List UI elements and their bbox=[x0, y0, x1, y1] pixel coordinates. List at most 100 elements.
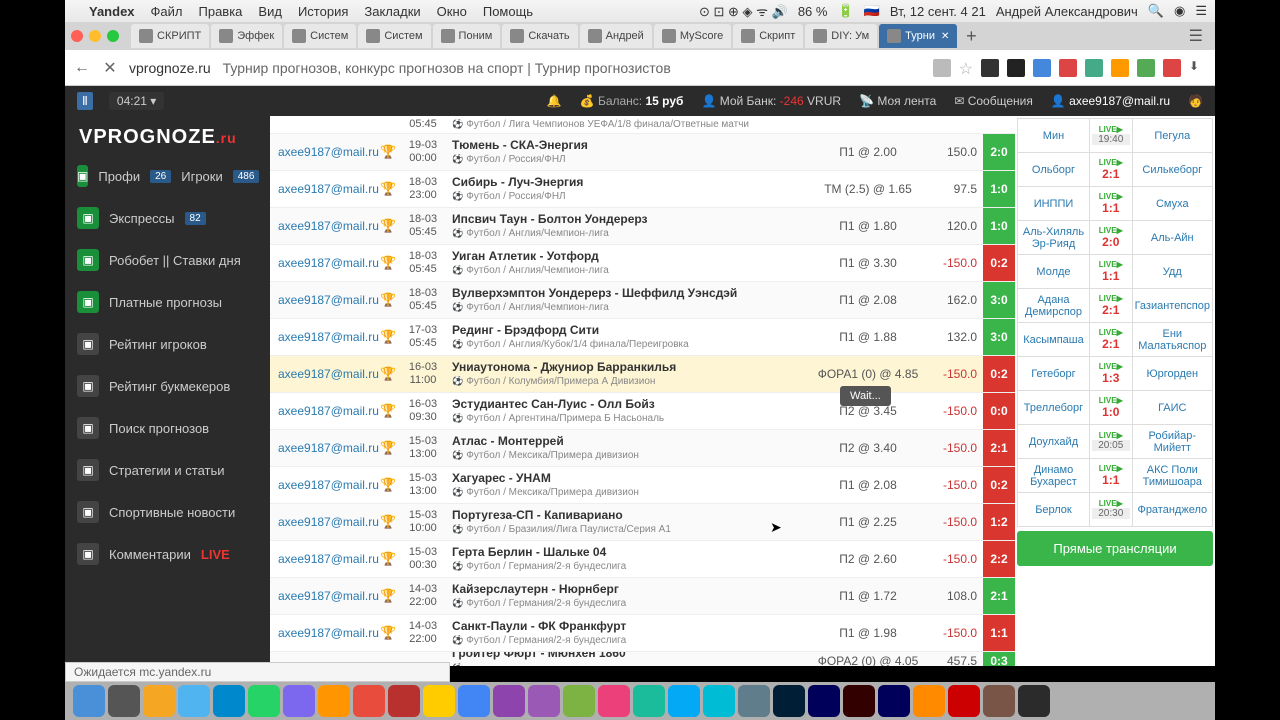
row-user[interactable]: axee9187@mail.ru bbox=[270, 256, 380, 270]
sidebar-item[interactable]: ▣КомментарииLIVE bbox=[65, 533, 270, 575]
dock-app[interactable] bbox=[353, 685, 385, 717]
row-match[interactable]: Гройтер Фюрт - Мюнхен 1860⚽ bbox=[446, 652, 813, 666]
live-team2[interactable]: Аль-Айн bbox=[1132, 221, 1212, 255]
live-team2[interactable]: Смуха bbox=[1132, 187, 1212, 221]
live-team2[interactable]: Ени Малатьяспор bbox=[1132, 323, 1212, 357]
row-user[interactable]: axee9187@mail.ru bbox=[270, 626, 380, 640]
ext-icon[interactable] bbox=[1033, 59, 1051, 77]
site-logo[interactable]: VPROGNOZE.ru bbox=[65, 120, 270, 155]
browser-menu-icon[interactable]: ☰ bbox=[1183, 26, 1209, 46]
dock-app[interactable] bbox=[668, 685, 700, 717]
menu-edit[interactable]: Правка bbox=[199, 4, 243, 19]
browser-tab[interactable]: Поним bbox=[433, 24, 501, 48]
dock-app[interactable] bbox=[423, 685, 455, 717]
row-user[interactable]: axee9187@mail.ru bbox=[270, 145, 380, 159]
menu-file[interactable]: Файл bbox=[151, 4, 183, 19]
app-name[interactable]: Yandex bbox=[89, 4, 135, 19]
row-match[interactable]: Уиган Атлетик - Уотфорд⚽Футбол / Англия/… bbox=[446, 249, 813, 278]
sidebar-item[interactable]: ▣Спортивные новости bbox=[65, 491, 270, 533]
live-row[interactable]: ДоулхайдLIVE▶20:05Робийар-Мийетт bbox=[1018, 425, 1213, 459]
back-button[interactable]: ← bbox=[73, 59, 91, 77]
browser-tab[interactable]: Систем bbox=[358, 24, 430, 48]
row-user[interactable]: axee9187@mail.ru bbox=[270, 367, 380, 381]
sidebar-item[interactable]: ▣Экспрессы82 bbox=[65, 197, 270, 239]
dock-app[interactable] bbox=[1018, 685, 1050, 717]
site-time[interactable]: 04:21 ▾ bbox=[109, 92, 164, 110]
ext-icon[interactable] bbox=[1085, 59, 1103, 77]
live-row[interactable]: ТреллеборгLIVE▶1:0ГАИС bbox=[1018, 391, 1213, 425]
dock-app[interactable] bbox=[948, 685, 980, 717]
siri-icon[interactable]: ◉ bbox=[1174, 3, 1185, 19]
row-user[interactable]: axee9187@mail.ru bbox=[270, 219, 380, 233]
row-match[interactable]: Атлас - Монтеррей⚽Футбол / Мексика/Приме… bbox=[446, 434, 813, 463]
sidebar-item[interactable]: ▣Платные прогнозы bbox=[65, 281, 270, 323]
row-match[interactable]: Эстудиантес Сан-Луис - Олл Бойз⚽Футбол /… bbox=[446, 397, 813, 426]
close-icon[interactable]: ✕ bbox=[941, 31, 949, 42]
live-team2[interactable]: Газиантепспор bbox=[1132, 289, 1212, 323]
live-row[interactable]: БерлокLIVE▶20:30Фратанджело bbox=[1018, 493, 1213, 527]
ext-icon[interactable] bbox=[1111, 59, 1129, 77]
url-field[interactable]: vprognoze.ru Турнир прогнозов, конкурс п… bbox=[129, 60, 923, 76]
live-team2[interactable]: ГАИС bbox=[1132, 391, 1212, 425]
dock-app[interactable] bbox=[633, 685, 665, 717]
sidebar-item[interactable]: ▣Рейтинг игроков bbox=[65, 323, 270, 365]
live-team1[interactable]: Ольборг bbox=[1018, 153, 1090, 187]
dock-app[interactable] bbox=[283, 685, 315, 717]
row-user[interactable]: axee9187@mail.ru bbox=[270, 404, 380, 418]
prediction-row[interactable]: axee9187@mail.ru🏆16-0311:00Униаутонома -… bbox=[270, 356, 1015, 393]
datetime[interactable]: Вт, 12 сент. 4 21 bbox=[890, 4, 986, 19]
browser-tab[interactable]: DIY: Ум bbox=[805, 24, 877, 48]
menu-view[interactable]: Вид bbox=[258, 4, 282, 19]
live-team1[interactable]: Аль-Хиляль Эр-Рияд bbox=[1018, 221, 1090, 255]
window-close[interactable] bbox=[71, 30, 83, 42]
menu-bookmarks[interactable]: Закладки bbox=[364, 4, 420, 19]
row-match[interactable]: Португеза-СП - Капивариано⚽Футбол / Браз… bbox=[446, 508, 813, 537]
row-match[interactable]: Вулверхэмптон Уондерерз - Шеффилд Уэнсдэ… bbox=[446, 286, 813, 315]
browser-tab[interactable]: Турни✕ bbox=[879, 24, 957, 48]
row-user[interactable]: axee9187@mail.ru bbox=[270, 330, 380, 344]
prediction-row[interactable]: axee9187@mail.ru🏆18-0305:45Уиган Атлетик… bbox=[270, 245, 1015, 282]
user-avatar-icon[interactable]: 🧑 bbox=[1188, 94, 1203, 108]
download-icon[interactable]: ⬇ bbox=[1189, 59, 1207, 77]
dock-app[interactable] bbox=[213, 685, 245, 717]
menu-icon[interactable]: ☰ bbox=[1195, 3, 1207, 19]
live-team1[interactable]: Молде bbox=[1018, 255, 1090, 289]
live-team2[interactable]: АКС Поли Тимишоара bbox=[1132, 459, 1212, 493]
ext-icon[interactable] bbox=[981, 59, 999, 77]
user-menu[interactable]: 👤 axee9187@mail.ru bbox=[1051, 94, 1170, 108]
new-tab-button[interactable]: + bbox=[959, 24, 983, 48]
browser-tab[interactable]: Эффек bbox=[211, 24, 282, 48]
row-match[interactable]: Санкт-Паули - ФК Франкфурт⚽Футбол / Герм… bbox=[446, 619, 813, 648]
dock-app[interactable] bbox=[983, 685, 1015, 717]
dock-app[interactable] bbox=[143, 685, 175, 717]
sidebar-item[interactable]: ▣Робобет || Ставки дня bbox=[65, 239, 270, 281]
live-team1[interactable]: Мин bbox=[1018, 119, 1090, 153]
row-match[interactable]: Униаутонома - Джуниор Барранкилья⚽Футбол… bbox=[446, 360, 813, 389]
ext-icon[interactable] bbox=[1007, 59, 1025, 77]
dock-app[interactable] bbox=[878, 685, 910, 717]
row-match[interactable]: Кайзерслаутерн - Нюрнберг⚽Футбол / Герма… bbox=[446, 582, 813, 611]
row-match[interactable]: Хагуарес - УНАМ⚽Футбол / Мексика/Примера… bbox=[446, 471, 813, 500]
dock-app[interactable] bbox=[388, 685, 420, 717]
live-row[interactable]: Адана ДемирспорLIVE▶2:1Газиантепспор bbox=[1018, 289, 1213, 323]
dock-app[interactable] bbox=[703, 685, 735, 717]
prediction-row[interactable]: axee9187@mail.ru🏆17-0305:45Рединг - Брэд… bbox=[270, 319, 1015, 356]
prediction-row[interactable]: axee9187@mail.ru🏆15-0313:00Атлас - Монте… bbox=[270, 430, 1015, 467]
dock-app[interactable] bbox=[318, 685, 350, 717]
star-icon[interactable]: ☆ bbox=[959, 59, 973, 77]
ext-icon[interactable] bbox=[1059, 59, 1077, 77]
live-row[interactable]: МинLIVE▶19:40Пегула bbox=[1018, 119, 1213, 153]
stop-button[interactable]: ✕ bbox=[101, 59, 119, 77]
row-user[interactable]: axee9187@mail.ru bbox=[270, 478, 380, 492]
dock-app[interactable] bbox=[493, 685, 525, 717]
messages-link[interactable]: ✉ Сообщения bbox=[954, 94, 1033, 108]
live-team1[interactable]: Динамо Бухарест bbox=[1018, 459, 1090, 493]
live-team1[interactable]: Гетеборг bbox=[1018, 357, 1090, 391]
flag-icon[interactable]: 🇷🇺 bbox=[864, 3, 880, 19]
prediction-row[interactable]: axee9187@mail.ru🏆18-0305:45Вулверхэмптон… bbox=[270, 282, 1015, 319]
dock-app[interactable] bbox=[598, 685, 630, 717]
row-match[interactable]: ⚽Футбол / Лига Чемпионов УЕФА/1/8 финала… bbox=[446, 118, 813, 131]
live-team2[interactable]: Юргорден bbox=[1132, 357, 1212, 391]
browser-tab[interactable]: Скачать bbox=[502, 24, 577, 48]
live-team2[interactable]: Робийар-Мийетт bbox=[1132, 425, 1212, 459]
